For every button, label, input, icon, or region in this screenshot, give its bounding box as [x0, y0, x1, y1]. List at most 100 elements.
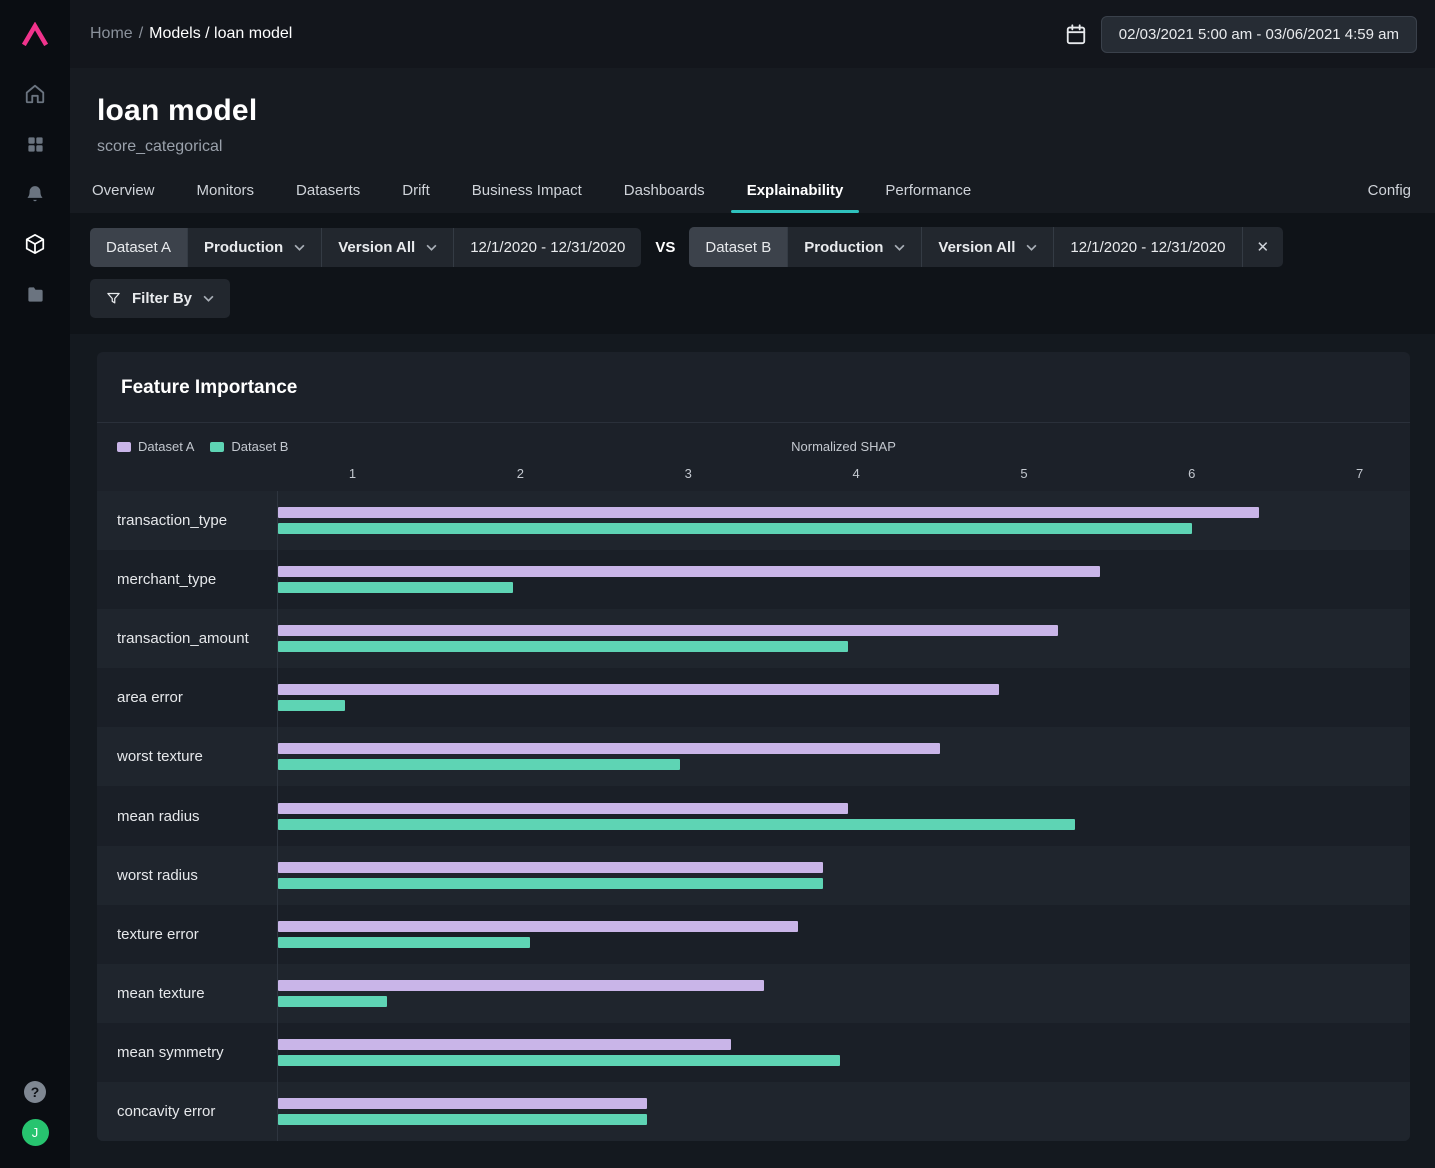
breadcrumb-separator: /: [138, 25, 144, 42]
model-header: loan model score_categorical Overview Mon…: [70, 68, 1435, 213]
bar-dataset-a: [278, 979, 765, 991]
feature-bars: [277, 963, 1410, 1023]
feature-label: mean texture: [117, 984, 205, 1002]
bar-dataset-b: [278, 523, 1192, 535]
bar-dataset-a: [278, 861, 824, 873]
axis-tick: 6: [1188, 466, 1196, 481]
tab-business-impact[interactable]: Business Impact: [470, 182, 584, 213]
feature-label: transaction_amount: [117, 630, 249, 648]
dashboards-grid-icon[interactable]: [23, 132, 47, 156]
feature-label: concavity error: [117, 1102, 216, 1120]
dataset-b-date-range-segment[interactable]: 12/1/2020 - 12/31/2020: [1054, 227, 1243, 267]
dataset-b-version-select[interactable]: Version All: [922, 227, 1055, 267]
sidebar: ? J: [0, 0, 70, 1168]
tab-dashboards[interactable]: Dashboards: [622, 182, 707, 213]
tab-bar: Overview Monitors Dataserts Drift Business I…: [90, 182, 973, 213]
axis-tick: 4: [852, 466, 860, 481]
sidebar-nav: [23, 82, 47, 306]
bar-dataset-a: [278, 743, 941, 755]
bar-dataset-b: [278, 641, 849, 653]
chevron-down-icon: [894, 244, 905, 251]
card-title: Feature Importance: [121, 377, 298, 398]
funnel-icon: [106, 291, 121, 306]
tab-performance[interactable]: Performance: [883, 182, 973, 213]
bar-dataset-b: [278, 936, 530, 948]
axis-label-wrap: Normalized SHAP: [277, 439, 1410, 461]
config-link[interactable]: Config: [1368, 182, 1411, 213]
tab-dataserts[interactable]: Dataserts: [294, 182, 362, 213]
feature-row: transaction_amount: [97, 609, 1410, 669]
axis-tick: 7: [1356, 466, 1364, 481]
feature-row: area error: [97, 668, 1410, 728]
model-subtitle: score_categorical: [97, 138, 223, 155]
dataset-a-date-range-segment[interactable]: 12/1/2020 - 12/31/2020: [454, 228, 641, 267]
projects-folder-icon[interactable]: [23, 282, 47, 306]
chevron-down-icon: [294, 244, 305, 251]
feature-bars: [277, 727, 1410, 787]
breadcrumb-current: Models / loan model: [149, 25, 293, 42]
bar-dataset-b: [278, 995, 387, 1007]
feature-bars: [277, 845, 1410, 905]
page-title: loan model: [97, 94, 258, 127]
tab-drift[interactable]: Drift: [400, 182, 432, 213]
feature-row: mean texture: [97, 963, 1410, 1023]
app-root: ? J Home / Models / loan model 02/03/2021 …: [0, 0, 1435, 1168]
axis-tick: 2: [516, 466, 524, 481]
dataset-b-chip[interactable]: Dataset B: [689, 227, 789, 267]
bar-dataset-b: [278, 700, 346, 712]
sidebar-bottom: ? J: [21, 1081, 49, 1146]
feature-label: mean symmetry: [117, 1043, 224, 1061]
dataset-compare-row: Dataset A Production Version All 12/1/2020 …: [90, 227, 1411, 267]
feature-bars: [277, 904, 1410, 964]
app-logo-icon[interactable]: [21, 0, 49, 68]
global-date-range-button[interactable]: 02/03/2021 5:00 am - 03/06/2021 4:59 am: [1100, 15, 1417, 53]
feature-bars: [277, 786, 1410, 846]
bar-dataset-a: [278, 1097, 647, 1109]
feature-bars: [277, 668, 1410, 728]
filter-by-label: Filter By: [132, 290, 193, 307]
feature-label: worst radius: [117, 866, 198, 884]
bar-dataset-b: [278, 1054, 840, 1066]
legend-item-dataset-a[interactable]: Dataset A: [117, 439, 194, 454]
feature-row: mean symmetry: [97, 1022, 1410, 1082]
tab-explainability[interactable]: Explainability: [730, 182, 860, 213]
chevron-down-icon: [203, 295, 214, 302]
bar-dataset-a: [278, 507, 1260, 519]
feature-bars: [277, 609, 1410, 669]
models-cube-icon[interactable]: [23, 232, 47, 256]
bar-dataset-a: [278, 920, 798, 932]
help-icon[interactable]: ?: [24, 1081, 46, 1103]
breadcrumb: Home / Models / loan model: [90, 25, 292, 43]
breadcrumb-home[interactable]: Home: [90, 25, 133, 42]
dataset-a-chip[interactable]: Dataset A: [90, 227, 189, 267]
feature-importance-card: Feature Importance Dataset A Dataset B No…: [97, 352, 1410, 1141]
feature-row: worst texture: [97, 727, 1410, 787]
feature-label: mean radius: [117, 807, 200, 825]
tab-monitors[interactable]: Monitors: [195, 182, 257, 213]
feature-bars: [277, 1022, 1410, 1082]
dataset-a-environment-select[interactable]: Production: [188, 227, 323, 267]
home-icon[interactable]: [23, 82, 47, 106]
dataset-a-chip-label: Dataset A: [106, 238, 172, 256]
tabs-row: Overview Monitors Dataserts Drift Business I…: [90, 182, 1411, 213]
axis-label: Normalized SHAP: [791, 439, 896, 454]
topbar: Home / Models / loan model 02/03/2021 5:00…: [70, 0, 1435, 68]
dataset-b-chip-label: Dataset B: [705, 238, 772, 256]
main-column: Home / Models / loan model 02/03/2021 5:00…: [70, 0, 1435, 1168]
feature-label: worst texture: [117, 748, 203, 766]
bar-dataset-a: [278, 802, 849, 814]
dataset-a-control: Dataset A Production Version All 12/1/2020 …: [90, 227, 642, 267]
notifications-bell-icon[interactable]: [23, 182, 47, 206]
x-axis-ticks: 1 2 3 4 5 6 7: [277, 464, 1410, 486]
avatar[interactable]: J: [21, 1119, 49, 1146]
feature-row: merchant_type: [97, 550, 1410, 610]
feature-label: transaction_type: [117, 512, 228, 530]
tab-overview[interactable]: Overview: [90, 182, 157, 213]
dataset-a-version-select[interactable]: Version All: [322, 227, 455, 267]
remove-dataset-b-button[interactable]: ✕: [1243, 227, 1284, 267]
feature-bars: [277, 550, 1410, 610]
bar-dataset-b: [278, 759, 681, 771]
filter-by-button[interactable]: Filter By: [90, 279, 231, 318]
dataset-b-environment-select[interactable]: Production: [788, 227, 923, 267]
calendar-icon[interactable]: [1065, 23, 1087, 45]
